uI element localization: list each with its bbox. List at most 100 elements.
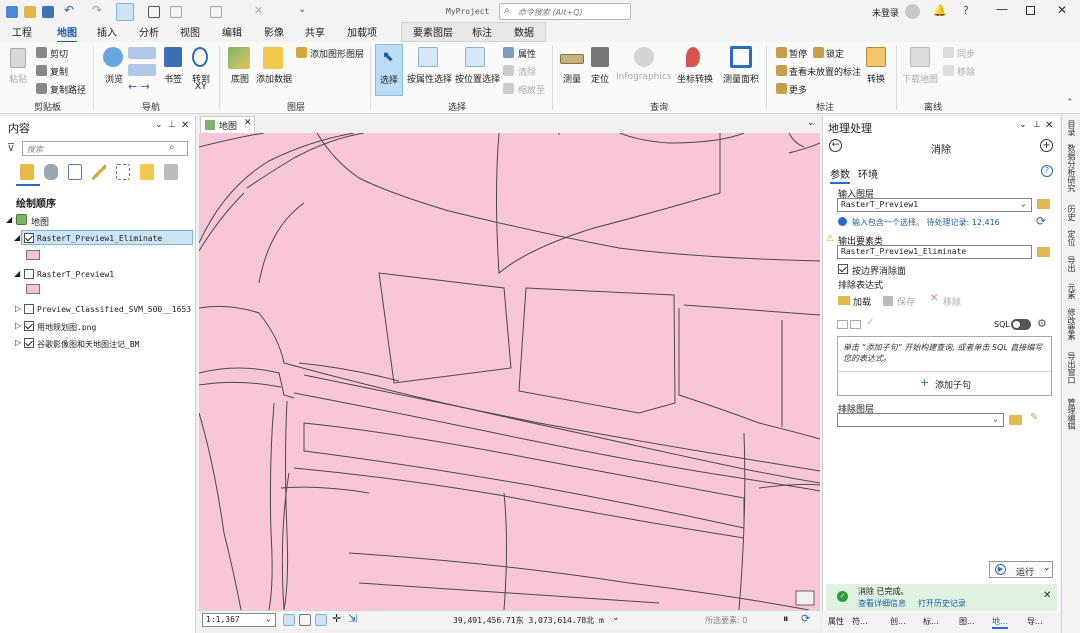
- tab-view[interactable]: 视图: [180, 24, 200, 39]
- layer-visibility-checkbox[interactable]: [24, 304, 34, 314]
- run-button[interactable]: ▶ 运行 ⌄: [989, 561, 1053, 578]
- close-pane-icon[interactable]: ✕: [1045, 120, 1053, 131]
- bottom-tab-label[interactable]: 标...: [923, 616, 939, 627]
- select-tool-icon[interactable]: [116, 3, 134, 21]
- full-extent-icon[interactable]: [128, 47, 156, 59]
- measure-area-button[interactable]: 测量面积: [723, 72, 759, 85]
- side-tab-locate[interactable]: 定位: [1063, 230, 1077, 246]
- save-icon[interactable]: [42, 6, 54, 18]
- tab-project[interactable]: 工程: [12, 24, 32, 39]
- help-icon[interactable]: ?: [963, 4, 969, 17]
- table-toggle-icon[interactable]: [299, 614, 311, 626]
- contents-search[interactable]: 搜索 ⌕: [22, 141, 188, 156]
- help-icon[interactable]: ?: [1041, 165, 1053, 177]
- pencil-icon[interactable]: ✎: [1030, 412, 1038, 423]
- pane-options-icon[interactable]: ⌄: [155, 120, 163, 130]
- view-list-icon[interactable]: ⌄: [807, 118, 815, 128]
- add-clause-button[interactable]: 添加子句: [935, 378, 971, 391]
- cut-button[interactable]: 剪切: [50, 47, 68, 60]
- bottom-tab-symbology[interactable]: 符...: [852, 616, 868, 627]
- remove-button[interactable]: 移除: [957, 65, 975, 78]
- sql-mode-icon[interactable]: [850, 320, 861, 329]
- paste-icon[interactable]: [10, 48, 26, 68]
- open-history-link[interactable]: 打开历史记录: [918, 598, 966, 609]
- expand-layer-icon[interactable]: ▷: [15, 338, 21, 347]
- crosshair-icon[interactable]: ✛: [332, 612, 341, 625]
- filter-icon[interactable]: ⊽: [7, 141, 15, 154]
- measure-area-icon[interactable]: [730, 46, 752, 68]
- boundary-eliminate-checkbox[interactable]: [838, 264, 848, 274]
- side-tab-analysis[interactable]: 数据分析研究: [1063, 144, 1077, 192]
- load-button[interactable]: 加载: [853, 295, 871, 308]
- tab-imagery[interactable]: 影像: [264, 24, 284, 39]
- collapse-layer-icon[interactable]: ◢: [14, 269, 20, 278]
- bottom-tab-attributes[interactable]: 属性: [828, 616, 844, 627]
- back-icon[interactable]: ←: [829, 139, 842, 152]
- infographics-icon[interactable]: [634, 47, 654, 67]
- new-project-icon[interactable]: [6, 6, 18, 18]
- browse-folder-icon[interactable]: [1037, 247, 1050, 257]
- locate-icon[interactable]: [591, 47, 609, 67]
- qat-menu-icon[interactable]: ⌄: [298, 4, 306, 15]
- clear-selection-button[interactable]: 清除: [518, 65, 536, 78]
- verify-icon[interactable]: ✓: [866, 317, 874, 328]
- add-data-icon[interactable]: [263, 47, 283, 69]
- bookmarks-button[interactable]: 书签: [164, 72, 182, 85]
- save-button[interactable]: 保存: [897, 295, 915, 308]
- refresh-icon[interactable]: ⟳: [1036, 214, 1046, 228]
- layer-name[interactable]: RasterT_Preview1: [37, 270, 114, 279]
- scale-selector[interactable]: 1:1,367 ⌄: [202, 613, 276, 627]
- select-button[interactable]: ⬉ 选择: [375, 44, 403, 96]
- basemap-icon[interactable]: [228, 47, 250, 69]
- avatar[interactable]: [905, 4, 920, 19]
- clause-mode-icon[interactable]: [837, 320, 848, 329]
- grid-icon[interactable]: [170, 6, 182, 18]
- bottom-tab-layer[interactable]: 图...: [959, 616, 975, 627]
- convert-icon[interactable]: [866, 47, 886, 67]
- sync-button[interactable]: 同步: [957, 47, 975, 60]
- selected-features-count[interactable]: 所选要素: 0: [705, 615, 747, 626]
- layer-symbol-swatch[interactable]: [26, 250, 40, 260]
- dismiss-icon[interactable]: ✕: [1043, 590, 1051, 601]
- bell-icon[interactable]: 🔔: [933, 4, 947, 17]
- copy-path-button[interactable]: 复制路径: [50, 83, 86, 96]
- tab-edit[interactable]: 编辑: [222, 24, 242, 39]
- pane-options-icon[interactable]: ⌄: [1019, 120, 1027, 130]
- bottom-tab-geoprocessing[interactable]: 地...: [992, 616, 1008, 629]
- overview-map-icon[interactable]: [795, 590, 815, 606]
- select-by-location-icon[interactable]: [465, 47, 485, 67]
- tab-feature-layer[interactable]: 要素图层: [413, 24, 453, 39]
- export-icon[interactable]: [210, 6, 222, 18]
- explore-icon[interactable]: [103, 47, 123, 67]
- browse-folder-icon[interactable]: [1037, 199, 1050, 209]
- pin-icon[interactable]: ⊥: [1033, 120, 1041, 130]
- gear-icon[interactable]: ⚙: [1037, 317, 1047, 330]
- measure-icon[interactable]: [560, 54, 584, 64]
- layer-name[interactable]: 用地规划图.png: [37, 322, 96, 333]
- layer-name[interactable]: Preview_Classified_SVM_500__1653: [37, 305, 191, 314]
- tab-insert[interactable]: 插入: [97, 24, 117, 39]
- side-tab-elements[interactable]: 元素: [1063, 283, 1077, 299]
- edit-snap-icon[interactable]: ⇲: [348, 612, 357, 625]
- select-by-location-button[interactable]: 按位置选择: [455, 72, 500, 85]
- open-project-icon[interactable]: [24, 6, 36, 18]
- select-by-attributes-button[interactable]: 按属性选择: [407, 72, 452, 85]
- paste-button[interactable]: 粘贴: [9, 72, 27, 85]
- redo-icon[interactable]: ↷: [92, 3, 102, 17]
- map-canvas[interactable]: [199, 133, 820, 610]
- expand-layer-icon[interactable]: ▷: [15, 304, 21, 313]
- list-by-source-icon[interactable]: [44, 164, 58, 180]
- tab-labeling[interactable]: 标注: [472, 24, 492, 39]
- layer-name[interactable]: RasterT_Preview1_Eliminate: [37, 234, 162, 243]
- collapse-layer-icon[interactable]: ◢: [14, 233, 20, 242]
- layer-visibility-checkbox[interactable]: [24, 233, 34, 243]
- side-tab-history[interactable]: 历史: [1063, 205, 1077, 221]
- user-status[interactable]: 未登录: [872, 6, 899, 19]
- view-unplaced-button[interactable]: 查看未放置的标注: [789, 65, 861, 78]
- tab-analysis[interactable]: 分析: [139, 24, 159, 39]
- undo-icon[interactable]: ↶: [64, 3, 74, 17]
- layer-visibility-checkbox[interactable]: [24, 269, 34, 279]
- pin-icon[interactable]: ⊥: [168, 120, 176, 130]
- chevron-down-icon[interactable]: ⌄: [612, 613, 620, 623]
- goto-xy-icon[interactable]: [192, 47, 208, 67]
